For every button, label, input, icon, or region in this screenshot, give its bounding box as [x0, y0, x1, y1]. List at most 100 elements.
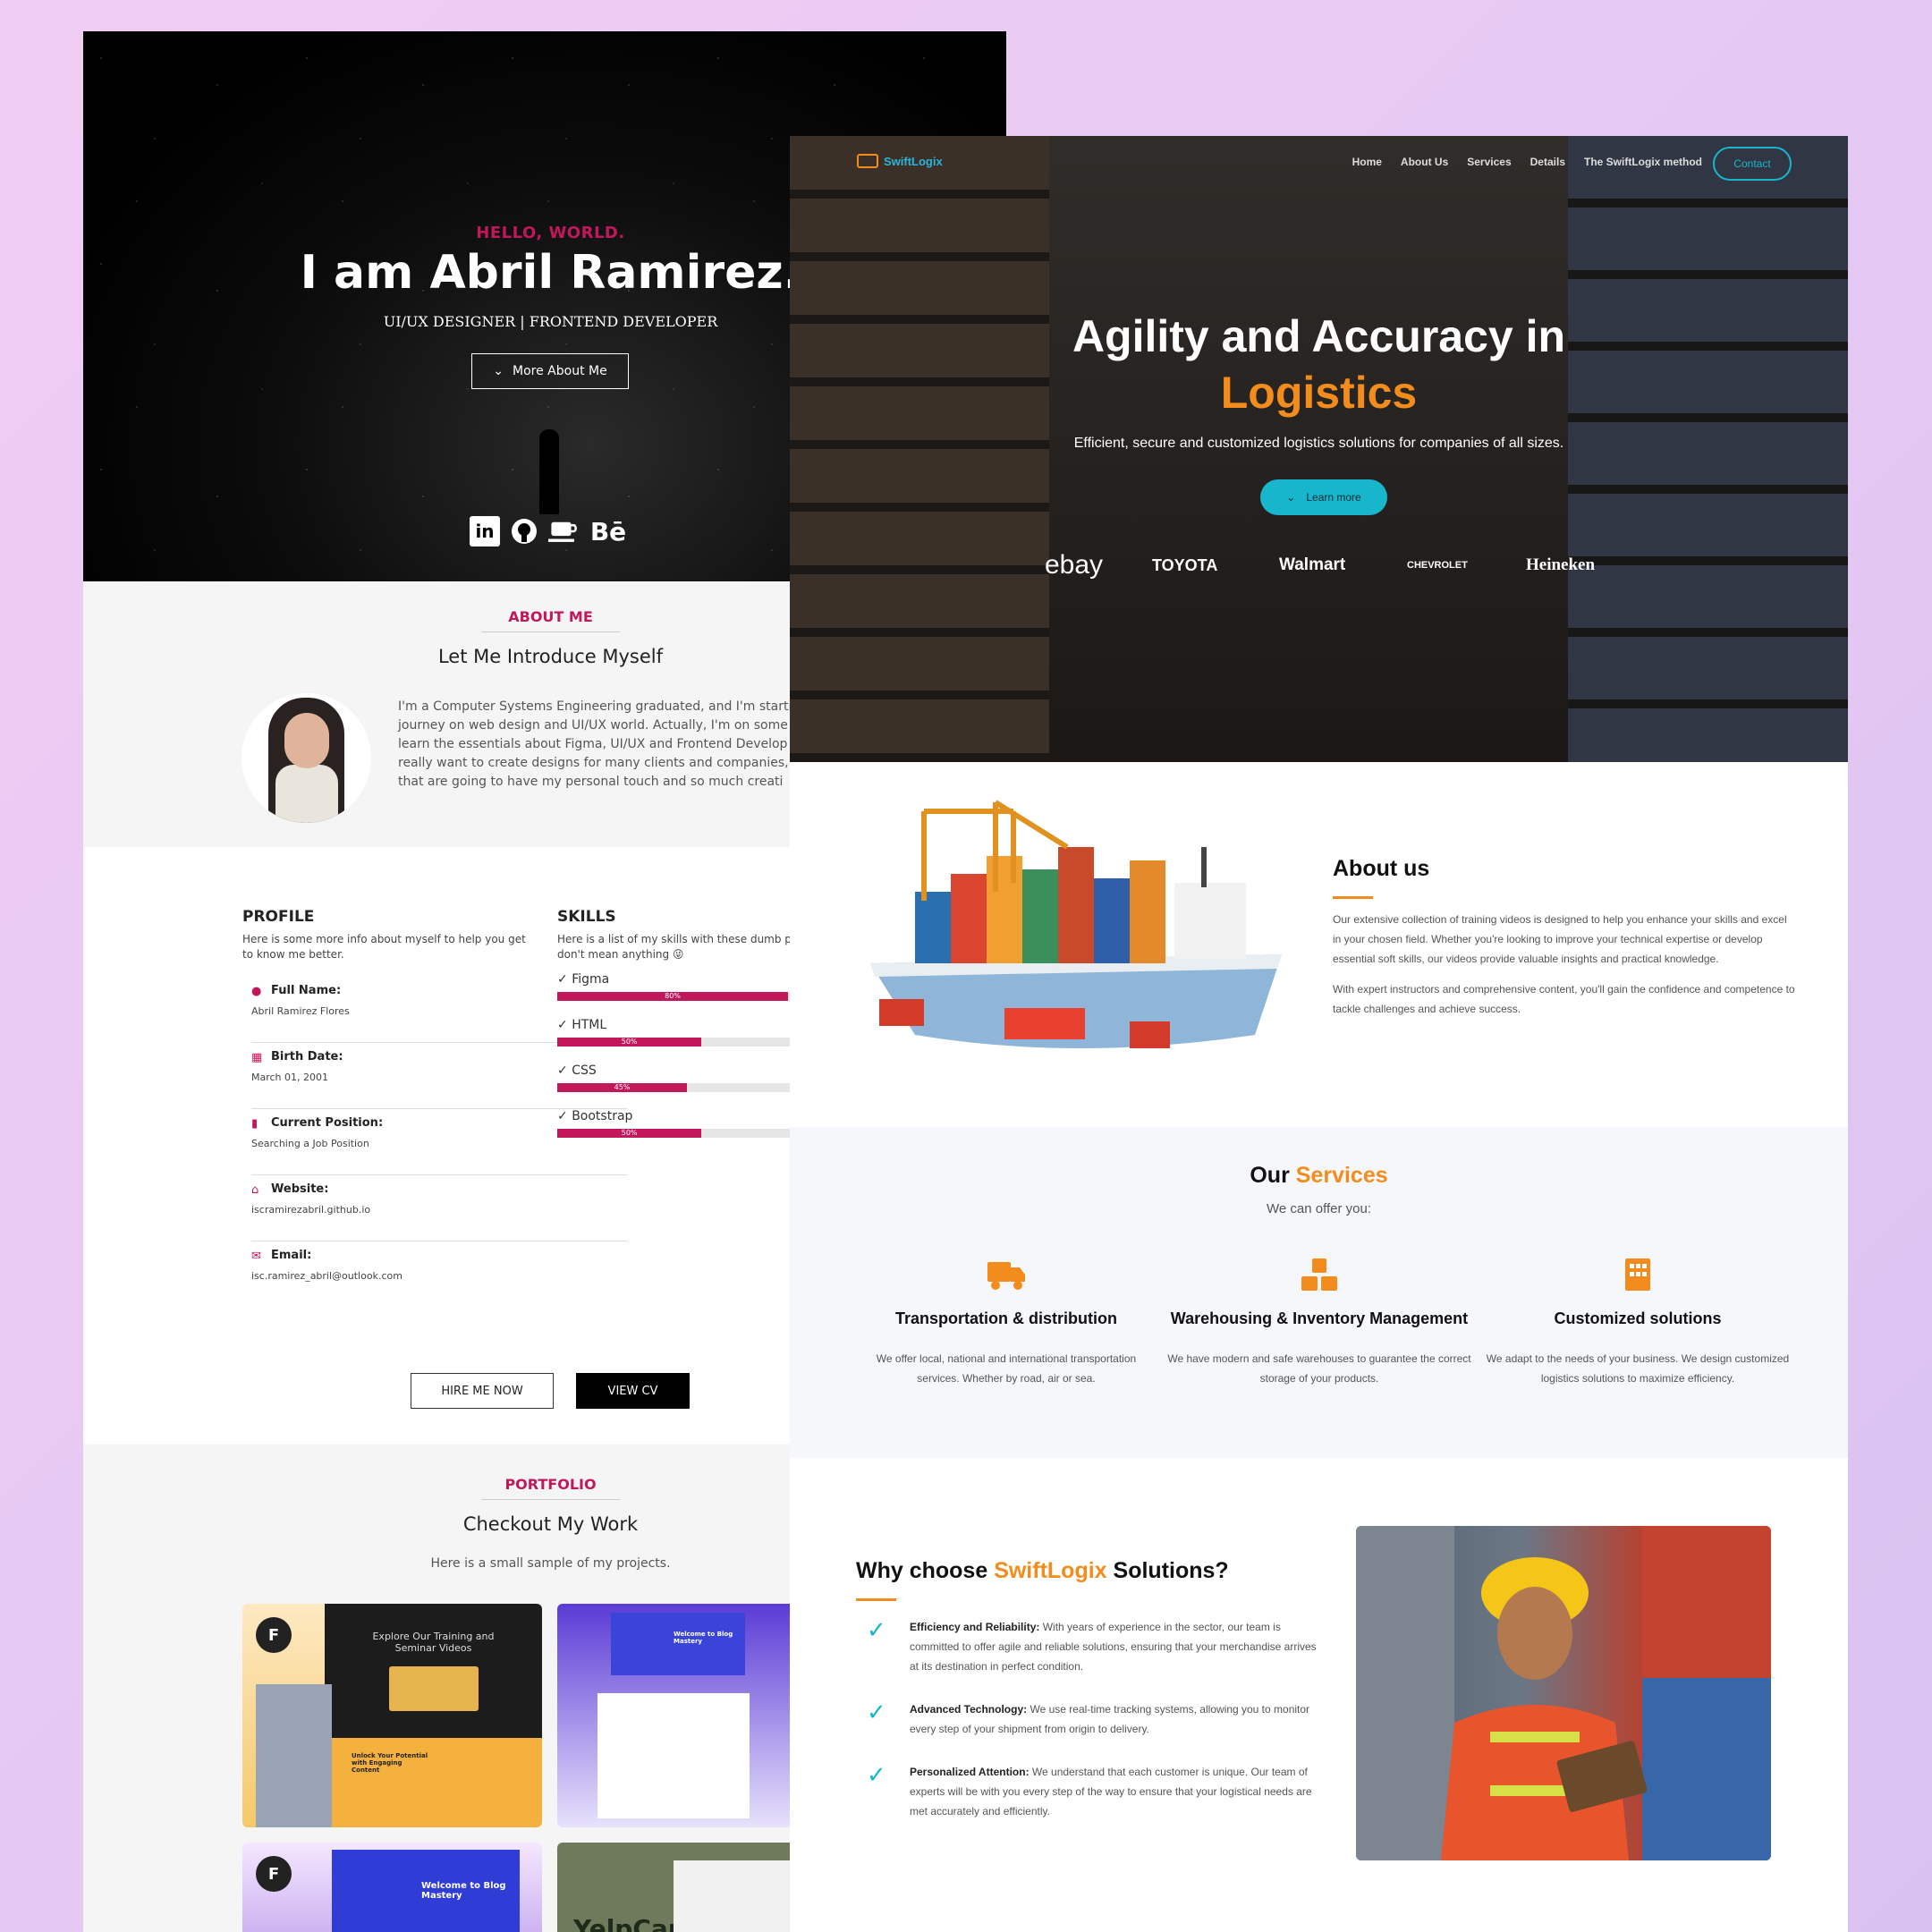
- project-preview: Welcome to Blog Mastery: [611, 1613, 745, 1675]
- ebay-logo: ebay: [1045, 550, 1104, 580]
- field-value: Searching a Job Position: [251, 1138, 369, 1149]
- skill-name: ✓ Figma: [557, 972, 610, 987]
- nav-services[interactable]: Services: [1467, 156, 1511, 168]
- why-item: ✓ Personalized Attention: We understand …: [856, 1762, 1321, 1821]
- service-title: Warehousing & Inventory Management: [1170, 1309, 1469, 1327]
- home-icon: ⌂: [251, 1183, 259, 1197]
- services-title: Our Services: [790, 1163, 1848, 1189]
- project-card[interactable]: F Welcome to Blog Mastery: [242, 1843, 542, 1932]
- field-label: Website:: [271, 1182, 329, 1196]
- more-about-me-label: More About Me: [513, 364, 607, 378]
- profile-field: ✉ Email: isc.ramirez_abril@outlook.com: [251, 1241, 627, 1308]
- person-silhouette: [539, 429, 559, 514]
- service-text: We adapt to the needs of your business. …: [1486, 1352, 1790, 1385]
- linkedin-icon[interactable]: in: [470, 516, 500, 547]
- why-item-bold: Advanced Technology:: [910, 1703, 1028, 1716]
- cargo-ship-illustration: [870, 800, 1282, 1048]
- field-value: March 01, 2001: [251, 1072, 329, 1083]
- contact-button[interactable]: Contact: [1713, 147, 1792, 181]
- more-about-me-button[interactable]: ⌄ More About Me: [471, 353, 629, 389]
- swiftlogix-logo[interactable]: SwiftLogix: [857, 154, 943, 168]
- services-section: Our Services We can offer you: Transport…: [790, 1127, 1848, 1458]
- project-thumbnail: [388, 1666, 479, 1711]
- skills-heading: SKILLS: [557, 908, 616, 926]
- about-us-title: About us: [1333, 856, 1430, 881]
- nav-method[interactable]: The SwiftLogix method: [1584, 156, 1702, 168]
- coffee-icon[interactable]: [548, 516, 579, 547]
- boxes-icon: [1301, 1258, 1337, 1291]
- skill-bar-fill: 45%: [557, 1083, 688, 1092]
- truck-icon: [987, 1262, 1025, 1290]
- nav-details[interactable]: Details: [1530, 156, 1565, 168]
- learn-more-label: Learn more: [1306, 491, 1361, 504]
- social-links: in Bē: [470, 516, 629, 547]
- skill-bar-fill: 50%: [557, 1129, 702, 1138]
- brand-name: SwiftLogix: [884, 154, 943, 168]
- why-item: ✓ Advanced Technology: We use real-time …: [856, 1699, 1321, 1739]
- services-title-a: Our: [1250, 1163, 1296, 1188]
- skill-name: ✓ HTML: [557, 1018, 607, 1032]
- services-subtitle: We can offer you:: [1266, 1201, 1371, 1216]
- github-icon[interactable]: [509, 516, 539, 547]
- avatar-face: [284, 713, 329, 768]
- why-title-c: Solutions?: [1106, 1558, 1229, 1583]
- about-us-paragraph: Our extensive collection of training vid…: [1333, 913, 1787, 965]
- nav-home[interactable]: Home: [1352, 156, 1382, 168]
- project-page: [597, 1693, 750, 1818]
- figma-icon: F: [256, 1856, 292, 1892]
- why-title: Why choose SwiftLogix Solutions?: [856, 1558, 1229, 1584]
- field-value: iscramirezabril.github.io: [251, 1204, 371, 1216]
- project-title: Explore Our Training and Seminar Videos: [372, 1631, 495, 1654]
- truck-logo-icon: [857, 154, 878, 168]
- walmart-logo: Walmart: [1279, 555, 1346, 574]
- project-banner: Unlock Your Potential with Engaging Cont…: [325, 1738, 542, 1827]
- field-label: Email:: [271, 1249, 312, 1262]
- hire-me-button[interactable]: HIRE ME NOW: [411, 1373, 554, 1409]
- why-item-bold: Efficiency and Reliability:: [910, 1621, 1040, 1633]
- skill-name: ✓ CSS: [557, 1063, 597, 1078]
- check-icon: ✓: [867, 1616, 886, 1643]
- envelope-icon: ✉: [251, 1250, 261, 1263]
- project-card[interactable]: F Explore Our Training and Seminar Video…: [242, 1604, 542, 1827]
- project-preview: Explore Our Training and Seminar Videos: [325, 1604, 542, 1738]
- why-item: ✓ Efficiency and Reliability: With years…: [856, 1617, 1321, 1676]
- figma-icon: F: [256, 1617, 292, 1653]
- field-value: Abril Ramirez Flores: [251, 1005, 350, 1017]
- learn-more-button[interactable]: ⌄ Learn more: [1260, 479, 1387, 515]
- main-nav: Home About Us Services Details The Swift…: [1352, 156, 1702, 168]
- worker-photo: [1356, 1526, 1771, 1860]
- hero-title: Agility and Accuracy in: [1072, 311, 1566, 361]
- avatar: [242, 693, 371, 823]
- project-preview: Welcome to Blog Mastery: [332, 1850, 520, 1932]
- why-item-bold: Personalized Attention:: [910, 1766, 1030, 1778]
- view-cv-button[interactable]: VIEW CV: [576, 1373, 690, 1409]
- check-icon: ✓: [867, 1699, 886, 1725]
- service-card: Warehousing & Inventory Management We ha…: [1167, 1257, 1471, 1388]
- building-icon: [1625, 1258, 1650, 1291]
- service-title: Customized solutions: [1554, 1309, 1722, 1327]
- field-value: isc.ramirez_abril@outlook.com: [251, 1270, 402, 1282]
- hero-title-accent: Logistics: [1220, 368, 1418, 418]
- why-title-b: SwiftLogix: [994, 1558, 1107, 1583]
- about-us-paragraph: With expert instructors and comprehensiv…: [1333, 983, 1795, 1015]
- client-logos: ebay TOYOTA Walmart CHEVROLET Heineken: [1045, 547, 1626, 583]
- heineken-logo: Heineken: [1526, 555, 1596, 574]
- calendar-icon: ▦: [251, 1051, 263, 1064]
- skill-bar-fill: 80%: [557, 992, 788, 1001]
- hero-tagline: Efficient, secure and customized logisti…: [1073, 436, 1564, 451]
- profile-subtext: Here is some more info about myself to h…: [242, 933, 526, 961]
- divider: [481, 631, 620, 632]
- check-icon: ✓: [867, 1761, 886, 1788]
- service-title: Transportation & distribution: [895, 1309, 1117, 1327]
- skill-bar-fill: 50%: [557, 1038, 702, 1046]
- project-title: Welcome to Blog Mastery: [674, 1631, 733, 1645]
- service-text: We have modern and safe warehouses to gu…: [1167, 1352, 1471, 1385]
- bookmark-icon: ▮: [251, 1117, 258, 1131]
- user-icon: ●: [251, 985, 262, 998]
- skill-name: ✓ Bootstrap: [557, 1109, 633, 1123]
- nav-about-us[interactable]: About Us: [1401, 156, 1448, 168]
- behance-icon[interactable]: Bē: [588, 516, 629, 547]
- service-card: Transportation & distribution We offer l…: [854, 1257, 1158, 1388]
- chevron-down-icon: ⌄: [1286, 491, 1296, 504]
- service-card: Customized solutions We adapt to the nee…: [1486, 1257, 1790, 1388]
